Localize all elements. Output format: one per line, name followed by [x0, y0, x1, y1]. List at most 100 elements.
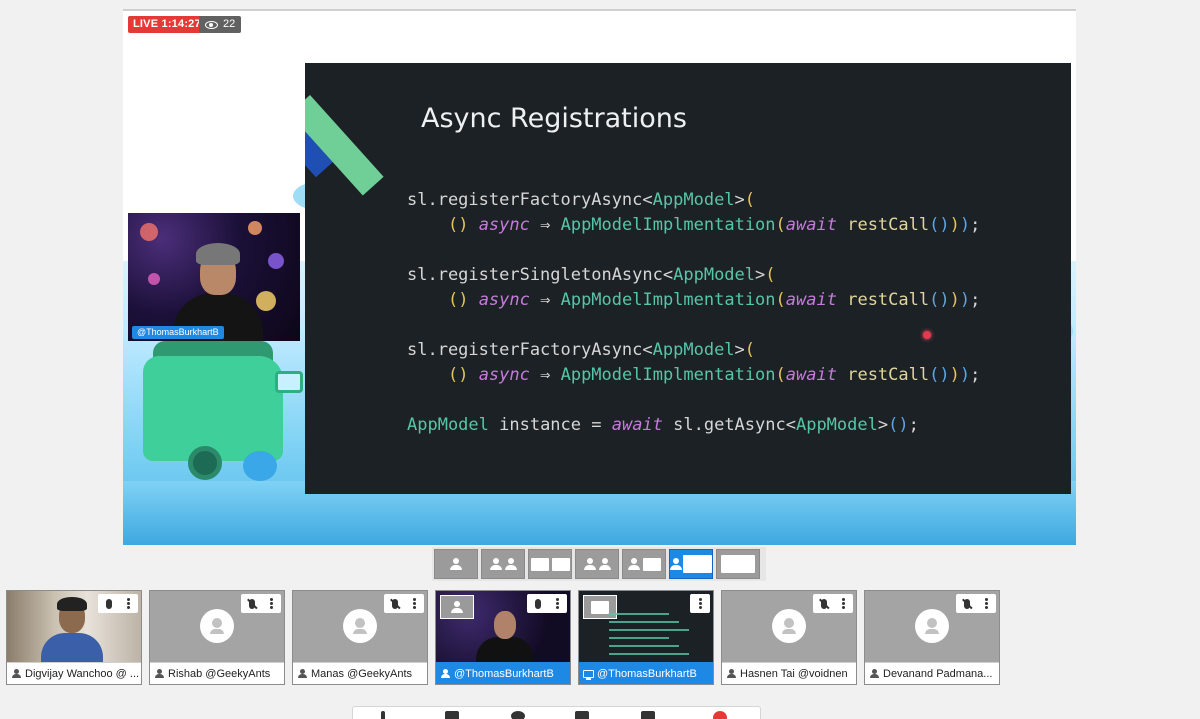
mic-icon[interactable] [381, 711, 385, 719]
mic-icon[interactable] [534, 598, 541, 609]
code-token: () [929, 290, 950, 310]
layout-picker [432, 547, 766, 581]
more-options-icon[interactable] [985, 602, 989, 605]
code-token: ⇒ [529, 215, 561, 235]
participant-name-text: @ThomasBurkhartB [597, 668, 697, 680]
code-token: ; [970, 365, 981, 385]
avatar-icon [915, 609, 949, 643]
participant-name-text: Devanand Padmana... [883, 668, 993, 680]
code-token: ) [959, 365, 971, 385]
person-icon [504, 558, 517, 570]
mic-muted-icon[interactable] [248, 598, 255, 609]
participant-tile[interactable]: Hasnen Tai @voidnen [721, 590, 857, 685]
code-token: sl.getAsync< [662, 415, 796, 435]
screen-share-icon [583, 670, 594, 680]
participant-tile[interactable]: Digvijay Wanchoo @ ... [6, 590, 142, 685]
more-options-icon[interactable] [270, 602, 274, 605]
slide-title: Async Registrations [421, 103, 687, 134]
scene-wheel [188, 446, 222, 480]
person-icon [489, 558, 502, 570]
tile-controls [98, 594, 138, 613]
layout-grid-small-button[interactable] [528, 549, 572, 579]
layout-speaker-screen-button[interactable] [622, 549, 666, 579]
scene-trailer-window [275, 371, 303, 393]
participant-name: Devanand Padmana... [865, 662, 999, 684]
avatar-icon [343, 609, 377, 643]
add-person-icon[interactable] [641, 711, 655, 719]
layout-two-up-button[interactable] [481, 549, 525, 579]
code-line: () async ⇒ AppModelImplmentation(await r… [407, 363, 980, 388]
code-token: < [662, 265, 674, 285]
code-token: > [877, 415, 889, 435]
speaker-hair [196, 243, 240, 265]
code-token: () [929, 365, 950, 385]
screen-icon [530, 557, 549, 571]
code-token: restCall [847, 290, 930, 310]
bokeh-light [248, 221, 262, 235]
live-timer-badge: LIVE 1:14:27 [128, 16, 206, 33]
participant-name-text: Hasnen Tai @voidnen [740, 668, 848, 680]
code-token: < [642, 340, 653, 360]
person-icon [583, 558, 596, 570]
layout-screen-only-button[interactable] [716, 549, 760, 579]
code-token: AppModel [652, 340, 735, 360]
screen-icon [683, 555, 712, 573]
participant-name-text: Digvijay Wanchoo @ ... [25, 668, 140, 680]
code-token: await [785, 215, 837, 235]
more-options-icon[interactable] [413, 602, 417, 605]
code-token: sl.registerSingletonAsync [407, 265, 663, 285]
participant-tile[interactable]: @ThomasBurkhartB [578, 590, 714, 685]
participant-tile[interactable]: Manas @GeekyAnts [292, 590, 428, 685]
code-token: sl.registerFactoryAsync [407, 190, 643, 210]
gear-icon[interactable] [511, 711, 525, 719]
code-token: AppModelImplmentation [560, 290, 776, 310]
code-token: await [785, 365, 837, 385]
eye-icon [205, 20, 218, 29]
code-token: ( [775, 290, 786, 310]
code-block: sl.registerFactoryAsync<AppModel>( () as… [407, 188, 980, 438]
code-token: ⇒ [529, 290, 561, 310]
mic-muted-icon[interactable] [391, 598, 398, 609]
code-token: ) [949, 365, 960, 385]
share-screen-icon[interactable] [575, 711, 589, 719]
code-line-preview [609, 613, 669, 615]
more-options-icon[interactable] [127, 602, 131, 605]
layout-speaker-list-button[interactable] [575, 549, 619, 579]
more-options-icon[interactable] [698, 602, 702, 605]
participant-tile[interactable]: Devanand Padmana... [864, 590, 1000, 685]
mic-muted-icon[interactable] [963, 598, 970, 609]
video-figure [476, 637, 534, 663]
avatar-icon [200, 609, 234, 643]
more-options-icon[interactable] [842, 602, 846, 605]
code-line: sl.registerFactoryAsync<AppModel>( [407, 338, 980, 363]
code-token: async [478, 290, 530, 310]
more-options-icon[interactable] [556, 602, 560, 605]
code-token: sl.registerFactoryAsync [407, 340, 643, 360]
participant-tile[interactable]: @ThomasBurkhartB [435, 590, 571, 685]
code-token: () [929, 215, 950, 235]
code-token: await [785, 290, 837, 310]
code-token: AppModelImplmentation [560, 365, 776, 385]
code-token: ( [744, 340, 756, 360]
video-figure [57, 597, 87, 611]
layout-single-speaker-button[interactable] [434, 549, 478, 579]
participant-tile[interactable]: Rishab @GeekyAnts [149, 590, 285, 685]
scene-trailer [143, 356, 283, 461]
mic-icon[interactable] [105, 598, 112, 609]
code-token: await [611, 415, 663, 435]
layout-sidebar-screen-button[interactable] [669, 549, 713, 579]
mic-muted-icon[interactable] [820, 598, 827, 609]
pip-screen-icon [583, 595, 617, 619]
bokeh-light [268, 253, 284, 269]
leave-icon[interactable] [713, 711, 727, 719]
camera-icon[interactable] [445, 711, 459, 719]
code-token: ) [949, 290, 960, 310]
code-token: async [478, 215, 530, 235]
code-line: AppModel instance = await sl.getAsync<Ap… [407, 413, 980, 438]
